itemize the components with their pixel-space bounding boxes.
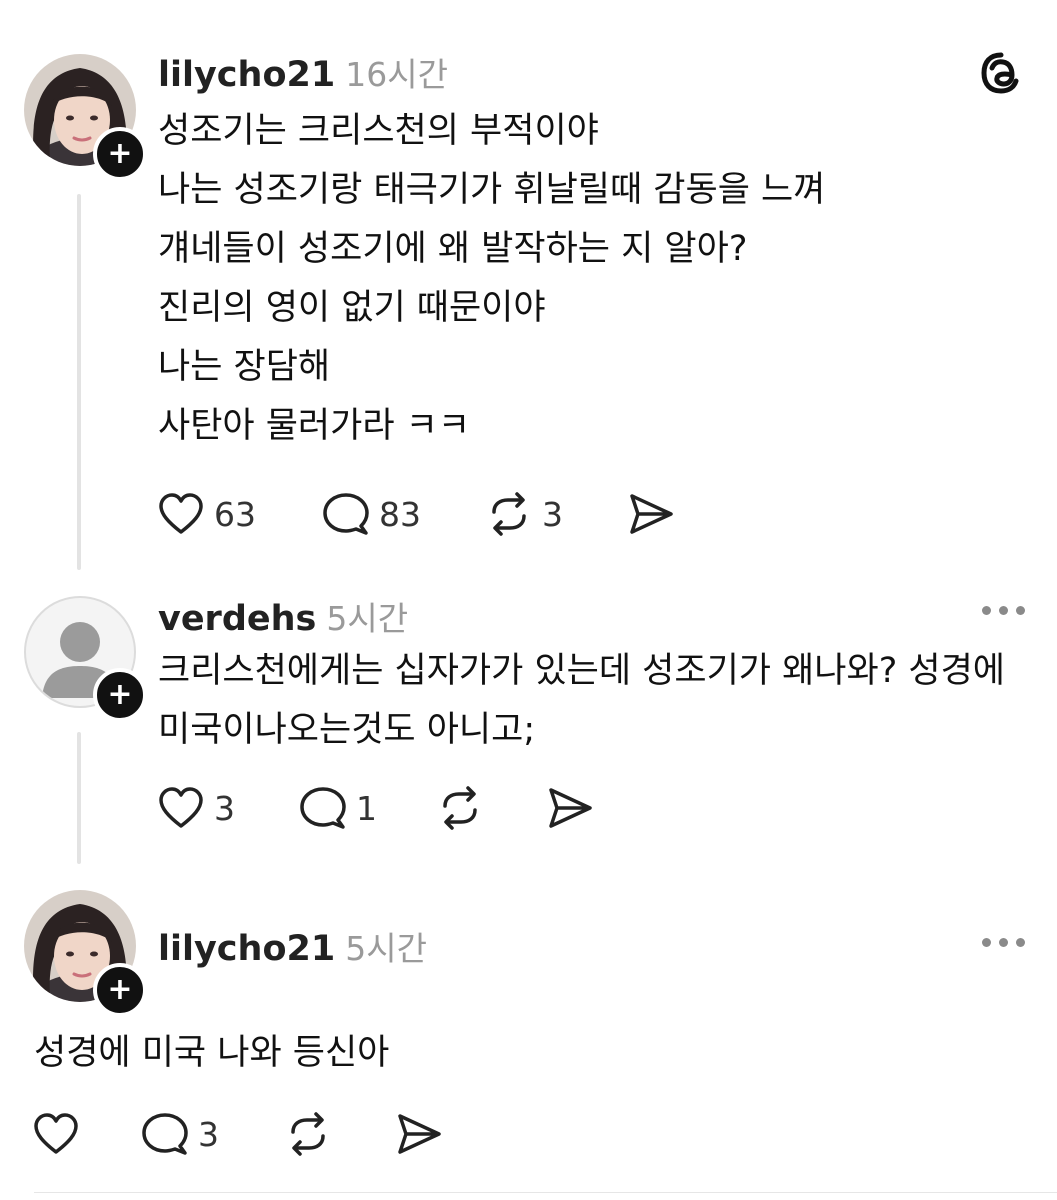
heart-icon (158, 786, 204, 830)
comment-icon (142, 1112, 188, 1156)
comment-button[interactable]: 83 (323, 492, 421, 536)
heart-icon (33, 1112, 79, 1156)
post-body: 성경에 미국 나와 등신아 (34, 1033, 390, 1073)
username[interactable]: verdehs (158, 599, 316, 639)
more-icon (982, 606, 991, 615)
follow-plus-button[interactable]: + (93, 668, 147, 722)
like-button[interactable] (33, 1112, 79, 1156)
comment-icon (323, 492, 369, 536)
repost-button[interactable] (285, 1112, 331, 1156)
body-line: 나는 장담해 (158, 347, 331, 387)
share-icon (547, 786, 593, 830)
repost-icon (486, 492, 532, 536)
divider (34, 1192, 1057, 1193)
timestamp: 5시간 (326, 599, 409, 638)
repost-count: 3 (542, 494, 563, 534)
plus-icon: + (107, 136, 133, 171)
share-icon (396, 1112, 442, 1156)
repost-icon (285, 1112, 331, 1156)
comment-count: 3 (198, 1114, 219, 1154)
username[interactable]: lilycho21 (158, 929, 335, 969)
share-button[interactable] (547, 786, 593, 830)
more-options-button[interactable] (982, 606, 1025, 615)
body-line: 사탄아 물러가라 ㅋㅋ (158, 406, 471, 446)
timestamp: 5시간 (345, 929, 427, 968)
like-button[interactable]: 63 (158, 492, 256, 536)
like-button[interactable]: 3 (158, 786, 235, 830)
share-button[interactable] (628, 492, 674, 536)
heart-icon (158, 492, 204, 536)
body-line: 걔네들이 성조기에 왜 발작하는 지 알아? (158, 229, 748, 269)
comment-count: 1 (356, 788, 377, 828)
thread-line (77, 732, 81, 864)
follow-plus-button[interactable]: + (93, 963, 147, 1017)
like-count: 3 (214, 788, 235, 828)
repost-button[interactable] (437, 786, 483, 830)
plus-icon: + (107, 972, 133, 1007)
comment-count: 83 (379, 494, 421, 534)
more-options-button[interactable] (982, 938, 1025, 947)
repost-button[interactable]: 3 (486, 492, 563, 536)
plus-icon: + (107, 677, 133, 712)
post-body: 성조기는 크리스천의 부적이야 나는 성조기랑 태극기가 휘날릴때 감동을 느껴… (158, 102, 825, 456)
thread-line (77, 194, 81, 570)
share-icon (628, 492, 674, 536)
post-body: 크리스천에게는 십자가가 있는데 성조기가 왜나와? 성경에 미국이나오는것도 … (158, 651, 1006, 750)
reply: + verdehs 5시간 크리스천에게는 십자가가 있는데 성조기가 왜나와?… (0, 570, 1057, 870)
body-line: 진리의 영이 없기 때문이야 (158, 288, 546, 328)
comment-button[interactable]: 1 (300, 786, 377, 830)
timestamp: 16시간 (345, 55, 448, 94)
post: + lilycho21 16시간 성조기는 크리스천의 부적이야 나는 성조기랑… (0, 0, 1057, 570)
follow-plus-button[interactable]: + (93, 127, 147, 181)
more-icon (982, 938, 991, 947)
body-line: 성조기는 크리스천의 부적이야 (158, 111, 599, 151)
username[interactable]: lilycho21 (158, 55, 335, 95)
comment-icon (300, 786, 346, 830)
reply: + lilycho21 5시간 성경에 미국 나와 등신아 3 (0, 870, 1057, 1200)
repost-icon (437, 786, 483, 830)
like-count: 63 (214, 494, 256, 534)
body-line: 나는 성조기랑 태극기가 휘날릴때 감동을 느껴 (158, 170, 826, 210)
share-button[interactable] (396, 1112, 442, 1156)
comment-button[interactable]: 3 (142, 1112, 219, 1156)
